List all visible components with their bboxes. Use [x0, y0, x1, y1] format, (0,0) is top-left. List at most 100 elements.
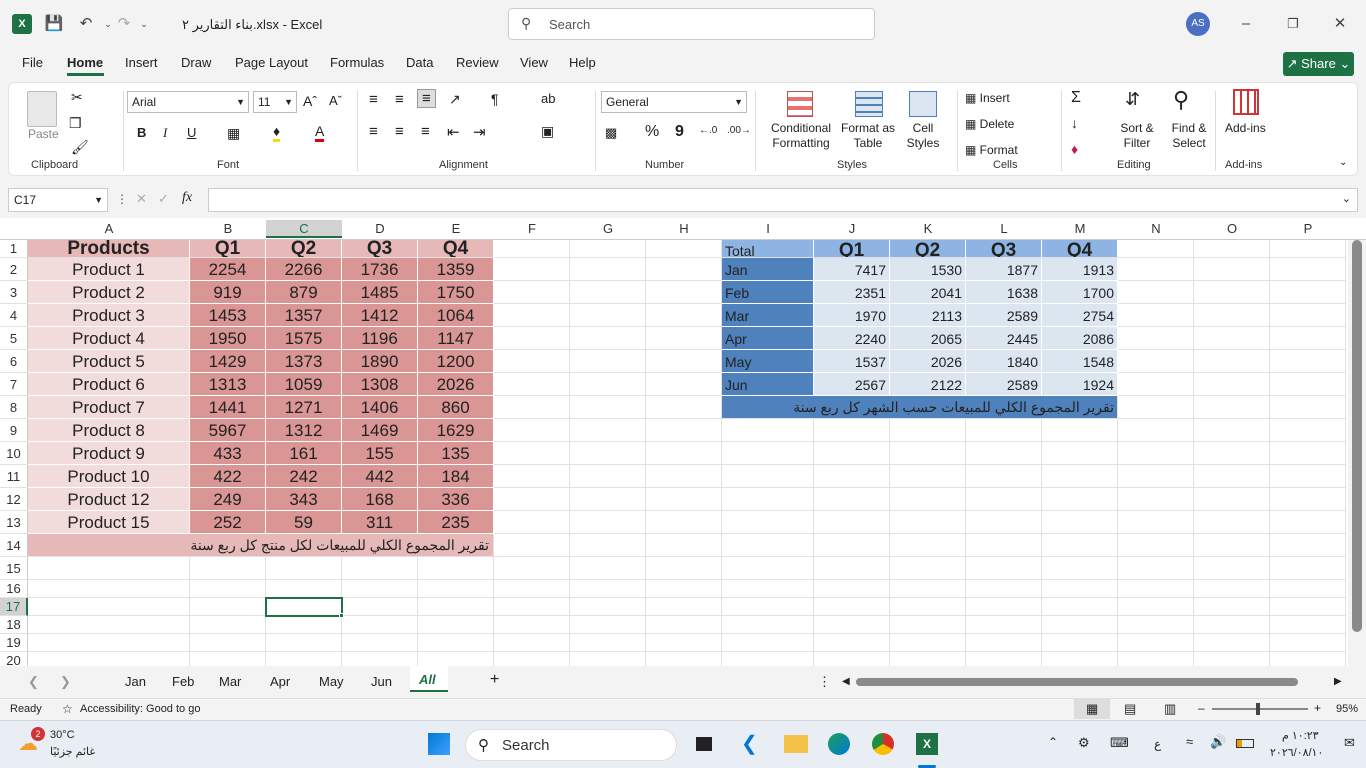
wifi-icon[interactable]: ≈ [1186, 734, 1193, 749]
table1-cell[interactable]: 252 [190, 511, 266, 534]
table2-cell[interactable]: 1638 [966, 281, 1042, 304]
font-size-select[interactable]: 11 ▼ [253, 91, 297, 113]
row-header[interactable]: 20 [0, 652, 28, 666]
table1-cell[interactable]: 433 [190, 442, 266, 465]
table1-cell[interactable]: 919 [190, 281, 266, 304]
sheet-tab-jan[interactable]: Jan [125, 674, 146, 689]
table1-cell[interactable]: 1312 [266, 419, 342, 442]
font-family-select[interactable]: Arial ▼ [127, 91, 249, 113]
horizontal-scrollbar[interactable] [856, 678, 1298, 686]
table1-cell[interactable]: 1313 [190, 373, 266, 396]
table2-cell[interactable]: 2240 [814, 327, 890, 350]
table2-cell[interactable]: Feb [722, 281, 814, 304]
zoom-slider[interactable] [1212, 708, 1308, 710]
table1-cell[interactable]: 249 [190, 488, 266, 511]
column-header[interactable]: J [814, 220, 890, 238]
merge-center-icon[interactable]: ▣ [541, 123, 554, 140]
search-box[interactable]: ⚲ Search [508, 8, 875, 40]
column-header[interactable]: C [266, 220, 342, 238]
terminal-icon[interactable] [696, 737, 712, 751]
normal-view-button[interactable]: ▦ [1074, 699, 1110, 719]
table2-cell[interactable]: 2065 [890, 327, 966, 350]
table2-cell[interactable]: 1537 [814, 350, 890, 373]
table1-cell[interactable]: Product 10 [28, 465, 190, 488]
table2-header-cell[interactable]: Q4 [1042, 240, 1118, 258]
column-header[interactable]: H [646, 220, 722, 238]
tray-app-icon[interactable]: ⚙ [1078, 735, 1090, 751]
column-header[interactable]: K [890, 220, 966, 238]
input-language[interactable]: ع [1154, 737, 1161, 751]
percent-button[interactable]: % [645, 123, 659, 141]
cancel-icon[interactable]: ✕ [136, 191, 147, 207]
table1-cell[interactable]: Product 6 [28, 373, 190, 396]
table1-header-cell[interactable]: Q2 [266, 240, 342, 258]
row-header[interactable]: 19 [0, 634, 28, 652]
tab-data[interactable]: Data [406, 55, 433, 70]
row-header[interactable]: 4 [0, 304, 28, 327]
scroll-right-icon[interactable]: ▶ [1334, 676, 1342, 687]
align-top-icon[interactable]: ≡ [369, 91, 378, 108]
table1-cell[interactable]: 879 [266, 281, 342, 304]
decrease-indent-icon[interactable]: ⇤ [447, 123, 460, 141]
column-header[interactable]: O [1194, 220, 1270, 238]
align-right-icon[interactable]: ≡ [421, 123, 430, 140]
table1-cell[interactable]: 1429 [190, 350, 266, 373]
page-layout-view-icon[interactable]: ▤ [1124, 701, 1136, 717]
scroll-left-icon[interactable]: ◀ [842, 676, 850, 687]
column-header[interactable]: L [966, 220, 1042, 238]
column-header[interactable]: F [494, 220, 570, 238]
edge-icon[interactable] [828, 733, 850, 755]
next-sheet-icon[interactable]: ❯ [60, 674, 71, 690]
sheet-tab-jun[interactable]: Jun [371, 674, 392, 689]
table2-cell[interactable]: 2567 [814, 373, 890, 396]
restore-icon[interactable]: ❐ [1283, 14, 1303, 34]
wrap-text-icon[interactable]: ab [541, 91, 555, 106]
tray-chevron-icon[interactable]: ⌃ [1048, 735, 1058, 749]
name-box[interactable]: C17 ▼ [8, 188, 108, 212]
tab-home[interactable]: Home [67, 55, 103, 70]
windows-start-icon[interactable] [428, 733, 450, 755]
table2-cell[interactable]: Jun [722, 373, 814, 396]
table1-cell[interactable]: 336 [418, 488, 494, 511]
tab-help[interactable]: Help [569, 55, 596, 70]
table1-cell[interactable]: Product 5 [28, 350, 190, 373]
table2-cell[interactable]: May [722, 350, 814, 373]
table1-cell[interactable]: 1485 [342, 281, 418, 304]
table1-cell[interactable]: 1271 [266, 396, 342, 419]
table2-cell[interactable]: Mar [722, 304, 814, 327]
tab-split-icon[interactable]: ⋮ [818, 674, 831, 690]
conditional-formatting-button[interactable]: Conditional Formatting [767, 121, 835, 151]
table1-cell[interactable]: 1469 [342, 419, 418, 442]
conditional-formatting-icon[interactable] [787, 91, 813, 117]
table1-cell[interactable]: 168 [342, 488, 418, 511]
table2-cell[interactable]: 7417 [814, 258, 890, 281]
vertical-scrollbar-thumb[interactable] [1352, 240, 1362, 632]
row-header[interactable]: 12 [0, 488, 28, 511]
sheet-tab-feb[interactable]: Feb [172, 674, 194, 689]
table1-cell[interactable]: 242 [266, 465, 342, 488]
table1-cell[interactable]: 235 [418, 511, 494, 534]
tab-draw[interactable]: Draw [181, 55, 211, 70]
table2-cell[interactable]: 2113 [890, 304, 966, 327]
row-header[interactable]: 10 [0, 442, 28, 465]
row-header[interactable]: 3 [0, 281, 28, 304]
find-select-icon[interactable]: ⚲ [1173, 87, 1189, 113]
column-header[interactable]: N [1118, 220, 1194, 238]
bold-button[interactable]: B [137, 125, 146, 140]
table1-cell[interactable]: 1736 [342, 258, 418, 281]
table1-cell[interactable]: 161 [266, 442, 342, 465]
tab-insert[interactable]: Insert [125, 55, 158, 70]
table1-cell[interactable]: 1575 [266, 327, 342, 350]
paste-button[interactable]: Paste [28, 127, 59, 141]
table1-header-cell[interactable]: Products [28, 240, 190, 258]
row-header[interactable]: 17 [0, 598, 28, 616]
table1-cell[interactable]: 1147 [418, 327, 494, 350]
redo-icon[interactable]: ↷ [114, 14, 134, 34]
table1-cell[interactable]: 1629 [418, 419, 494, 442]
row-header[interactable]: 14 [0, 534, 28, 557]
table2-cell[interactable]: 2445 [966, 327, 1042, 350]
table1-cell[interactable]: 442 [342, 465, 418, 488]
row-header[interactable]: 11 [0, 465, 28, 488]
sheet-tab-may[interactable]: May [319, 674, 344, 689]
increase-font-icon[interactable]: Aˆ [303, 93, 317, 109]
